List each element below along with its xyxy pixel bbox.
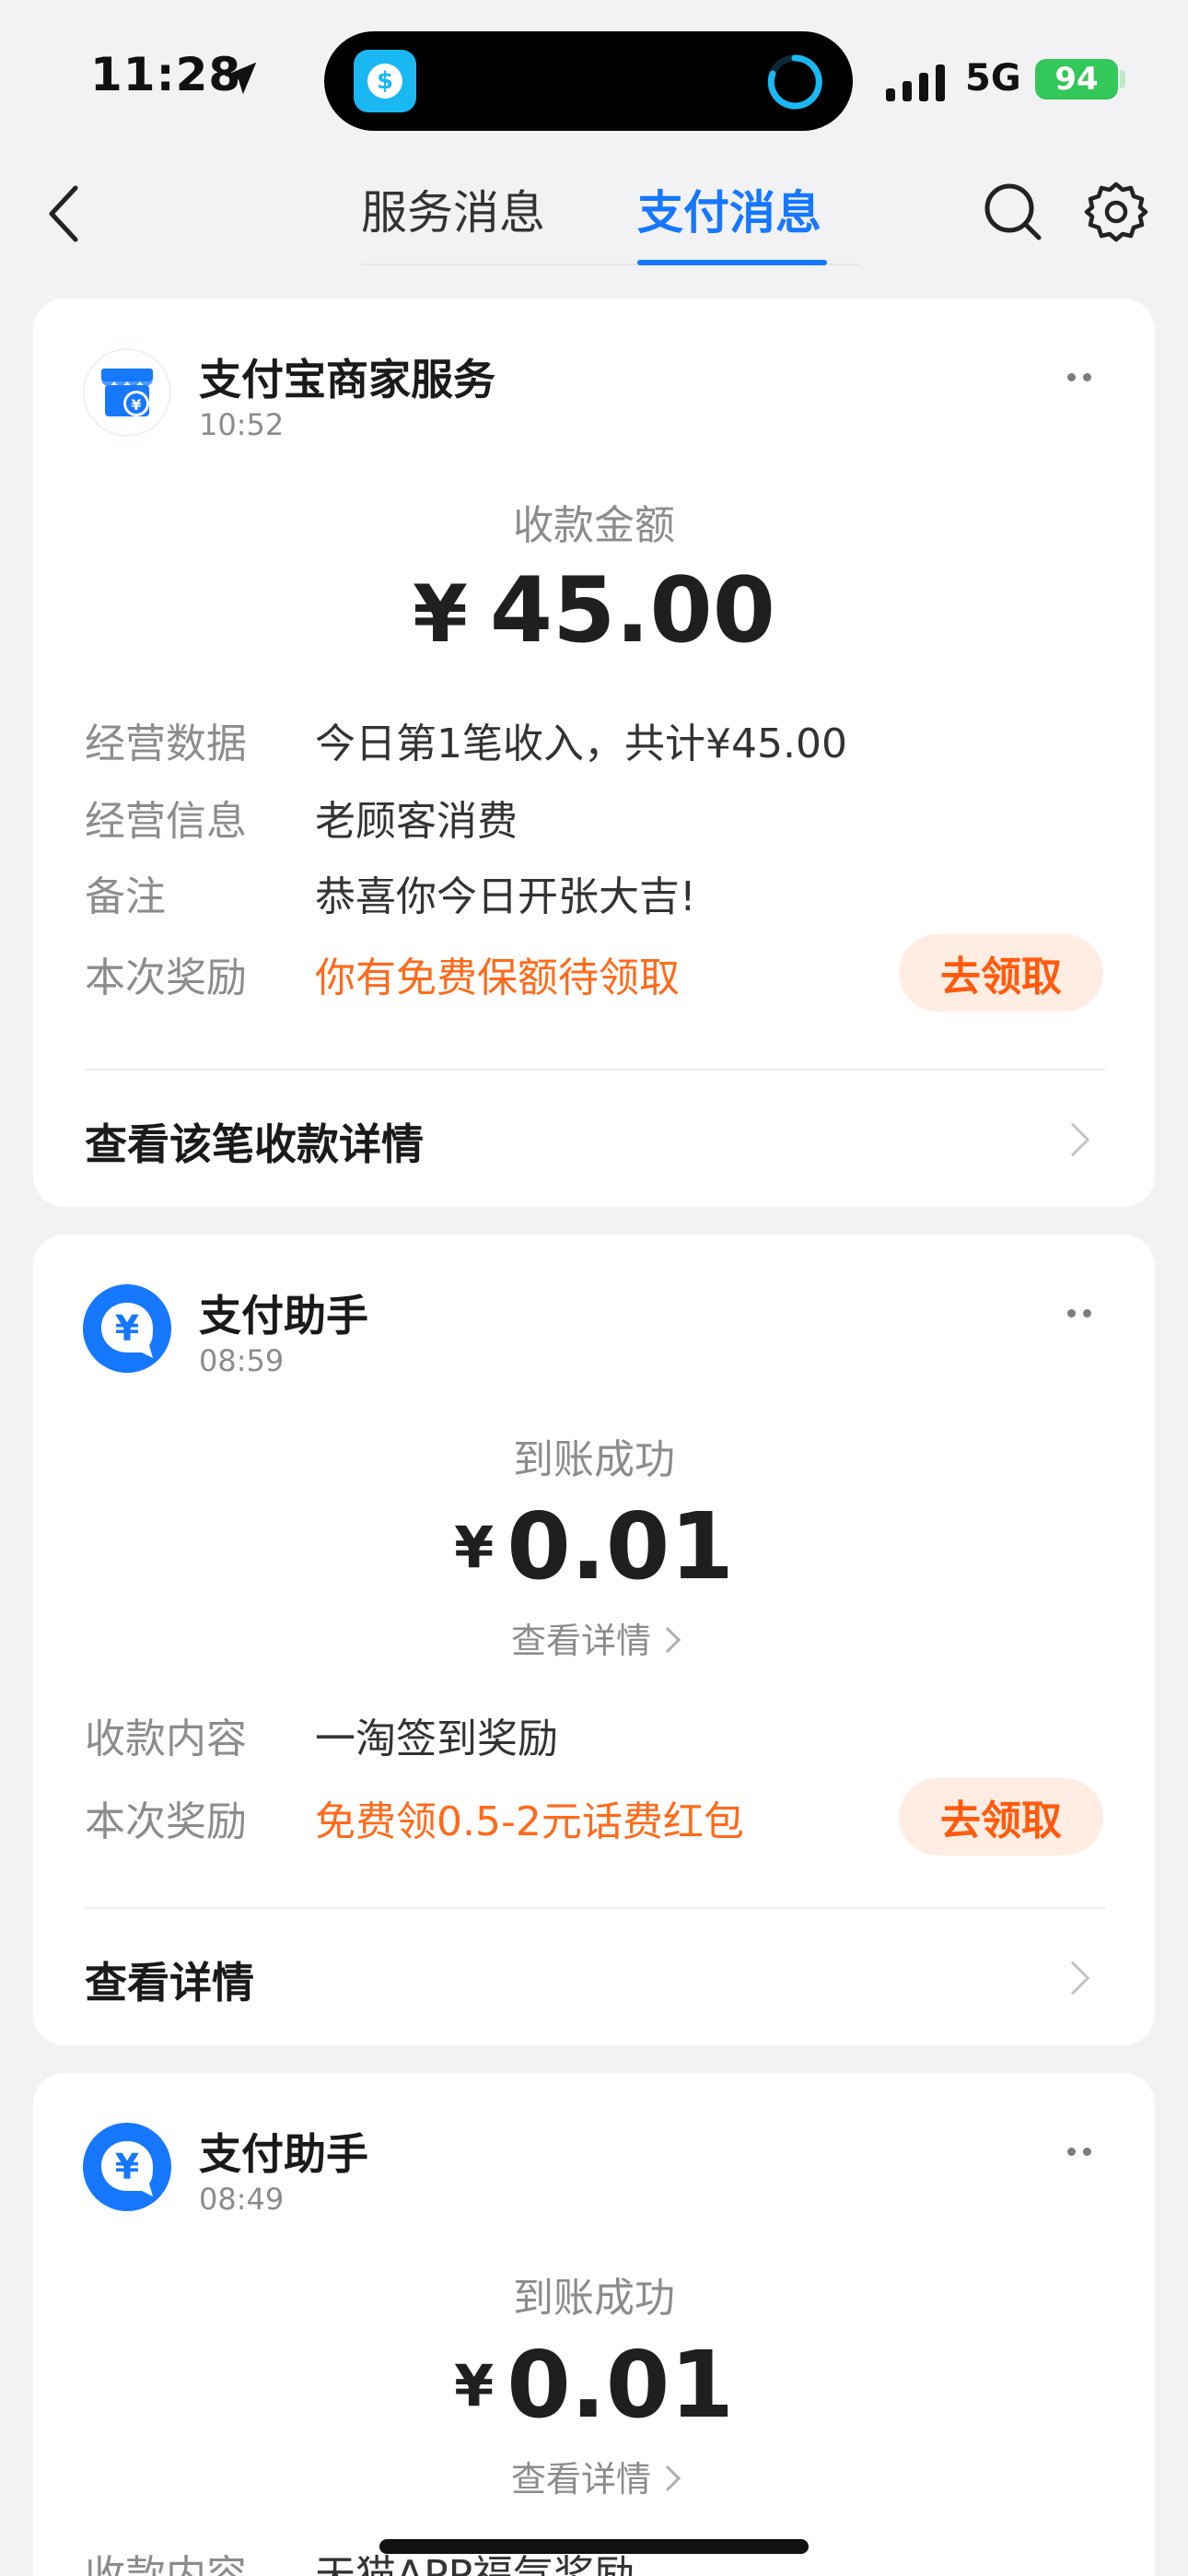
currency-symbol: ¥ xyxy=(454,1514,495,1581)
top-nav: 服务消息 支付消息 xyxy=(0,157,1188,276)
message-time: 08:59 xyxy=(199,1343,285,1378)
claim-button[interactable]: 去领取 xyxy=(899,934,1103,1012)
payment-assistant-icon: ¥ xyxy=(101,1303,153,1358)
battery-indicator: 94 xyxy=(1035,59,1118,100)
active-tab-indicator xyxy=(637,260,827,265)
chevron-right-icon xyxy=(654,2465,681,2492)
avatar: ¥ xyxy=(83,2123,171,2211)
detail-row: 经营信息 老顾客消费 xyxy=(85,794,1103,849)
footer-link-text: 查看该笔收款详情 xyxy=(85,1119,424,1169)
reward-row: 本次奖励 免费领0.5-2元话费红包 去领取 xyxy=(85,1778,1103,1856)
row-label: 收款内容 xyxy=(85,2552,247,2576)
chevron-right-icon xyxy=(654,1626,681,1654)
view-detail-text: 查看详情 xyxy=(510,2459,651,2500)
avatar: ¥ xyxy=(83,348,171,437)
alipay-app-icon: $ xyxy=(354,50,416,112)
gear-icon[interactable] xyxy=(1083,179,1149,245)
merchant-store-icon: ¥ xyxy=(101,369,153,416)
amount: ¥45.00 xyxy=(33,558,1155,663)
payment-assistant-icon: ¥ xyxy=(101,2141,153,2196)
row-value: 一淘签到奖励 xyxy=(315,1715,558,1762)
home-indicator[interactable] xyxy=(379,2539,809,2554)
amount-value: 0.01 xyxy=(507,1493,734,1600)
chevron-right-icon xyxy=(1055,1961,1090,1996)
location-arrow-icon xyxy=(224,62,257,95)
row-value: 老顾客消费 xyxy=(315,798,518,845)
sender-name: 支付宝商家服务 xyxy=(199,355,495,404)
view-detail-text: 查看详情 xyxy=(510,1621,651,1661)
svg-text:¥: ¥ xyxy=(115,1308,139,1349)
dynamic-island[interactable]: $ xyxy=(324,31,853,131)
message-time: 10:52 xyxy=(199,407,285,442)
avatar: ¥ xyxy=(83,1284,171,1373)
search-icon[interactable] xyxy=(980,179,1046,245)
row-label: 经营数据 xyxy=(85,720,247,767)
tab-service-messages[interactable]: 服务消息 xyxy=(361,181,545,245)
view-payment-detail-link[interactable]: 查看该笔收款详情 xyxy=(85,1098,1105,1181)
amount-title: 到账成功 xyxy=(513,2275,675,2322)
reward-text[interactable]: 免费领0.5-2元话费红包 xyxy=(315,1795,744,1850)
reward-row: 本次奖励 你有免费保额待领取 去领取 xyxy=(85,934,1103,1012)
row-value: 恭喜你今日开张大吉! xyxy=(315,873,696,920)
sender-name: 支付助手 xyxy=(199,2129,368,2179)
view-detail-link[interactable]: 查看详情 xyxy=(33,2451,1155,2501)
back-button[interactable] xyxy=(37,177,92,251)
more-options-button[interactable] xyxy=(1054,363,1105,391)
detail-row: 收款内容 一淘签到奖励 xyxy=(85,1712,1103,1767)
currency-symbol: ¥ xyxy=(454,2352,495,2419)
svg-text:¥: ¥ xyxy=(115,2147,139,2187)
amount-title: 收款金额 xyxy=(513,502,675,549)
more-options-button[interactable] xyxy=(1054,2137,1105,2165)
detail-row: 经营数据 今日第1笔收入，共计¥45.00 xyxy=(85,717,1103,772)
card-divider xyxy=(85,1069,1105,1071)
amount-value: 45.00 xyxy=(489,558,775,663)
status-bar: 11:28 $ 5G 94 xyxy=(0,0,1188,157)
currency-symbol: ¥ xyxy=(413,568,468,661)
svg-text:¥: ¥ xyxy=(131,396,141,414)
network-type: 5G xyxy=(965,57,1021,100)
row-label: 经营信息 xyxy=(85,798,247,845)
message-time: 08:49 xyxy=(199,2182,285,2217)
message-card[interactable]: ¥ 支付助手 08:59 到账成功 ¥0.01 查看详情 收款内容 一淘签到奖励… xyxy=(33,1235,1155,2045)
chevron-left-icon xyxy=(49,185,78,242)
card-divider xyxy=(85,1907,1105,1909)
amount-value: 0.01 xyxy=(507,2331,734,2439)
message-card[interactable]: ¥ 支付助手 08:49 到账成功 ¥0.01 查看详情 收款内容 天猫APP福… xyxy=(33,2073,1155,2576)
signal-strength-icon xyxy=(886,64,945,101)
battery-cap xyxy=(1120,70,1125,88)
detail-row: 备注 恭喜你今日开张大吉! xyxy=(85,870,1103,925)
chevron-right-icon xyxy=(1055,1122,1090,1157)
row-label: 备注 xyxy=(85,873,166,920)
row-label: 本次奖励 xyxy=(85,1798,247,1845)
amount: ¥0.01 xyxy=(33,1493,1155,1600)
amount: ¥0.01 xyxy=(33,2331,1155,2439)
view-detail-footer-link[interactable]: 查看详情 xyxy=(85,1937,1105,2020)
row-label: 收款内容 xyxy=(85,1715,247,1762)
claim-button[interactable]: 去领取 xyxy=(899,1778,1103,1856)
reward-text[interactable]: 你有免费保额待领取 xyxy=(315,951,680,1006)
view-detail-link[interactable]: 查看详情 xyxy=(33,1612,1155,1663)
row-value: 今日第1笔收入，共计¥45.00 xyxy=(315,720,847,767)
message-card[interactable]: ¥ 支付宝商家服务 10:52 收款金额 ¥45.00 经营数据 今日第1笔收入… xyxy=(33,299,1155,1207)
sender-name: 支付助手 xyxy=(199,1291,368,1341)
battery-level: 94 xyxy=(1054,61,1099,98)
amount-title: 到账成功 xyxy=(513,1436,675,1483)
tab-payment-messages[interactable]: 支付消息 xyxy=(637,181,821,245)
progress-ring-icon xyxy=(767,54,822,110)
more-options-button[interactable] xyxy=(1054,1299,1105,1327)
footer-link-text: 查看详情 xyxy=(85,1958,254,2008)
row-label: 本次奖励 xyxy=(85,954,247,1001)
